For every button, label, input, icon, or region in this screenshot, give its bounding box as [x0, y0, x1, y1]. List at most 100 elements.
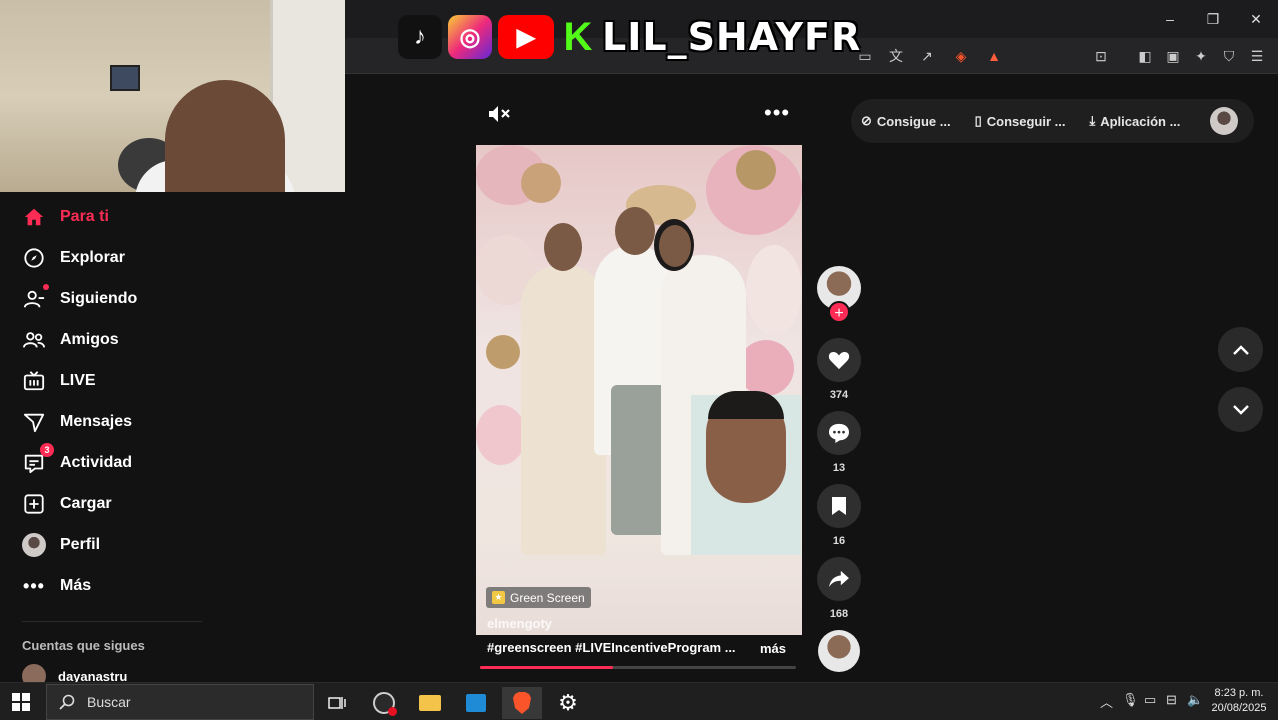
- comment-button[interactable]: [817, 411, 861, 455]
- menu-icon[interactable]: ☰: [1246, 46, 1268, 66]
- kick-icon: K: [563, 14, 593, 59]
- get-app-button[interactable]: ▯ Conseguir ...: [975, 113, 1066, 129]
- green-screen-badge[interactable]: ★ Green Screen: [486, 587, 591, 608]
- get-coins-button[interactable]: ⊘ Consigue ...: [861, 113, 951, 129]
- user-avatar[interactable]: [1210, 107, 1238, 135]
- sidebar-item-cargar[interactable]: Cargar: [22, 489, 112, 519]
- system-clock[interactable]: 8:23 p. m. 20/08/2025: [1208, 686, 1270, 716]
- sidebar-item-perfil[interactable]: Perfil: [22, 530, 100, 560]
- youtube-icon: ▶: [498, 15, 554, 59]
- sidebar: Para ti Explorar Siguiendo Amigos LIVE M…: [0, 192, 345, 688]
- profile-avatar-icon: [22, 533, 46, 557]
- microphone-icon[interactable]: 🎙: [1122, 692, 1139, 708]
- video-author[interactable]: elmengoty: [487, 616, 552, 631]
- video-progress-bar[interactable]: [480, 666, 796, 669]
- tab-search-icon[interactable]: ⊡: [1090, 46, 1112, 66]
- sidebar-item-para-ti[interactable]: Para ti: [22, 202, 109, 232]
- windows-start-icon[interactable]: [12, 693, 30, 711]
- share-arrow-icon: [829, 570, 849, 588]
- sound-avatar[interactable]: [818, 630, 860, 672]
- comment-count: 13: [832, 462, 846, 474]
- vpn-icon[interactable]: ⛉: [1218, 46, 1240, 66]
- remote-desktop-icon[interactable]: [456, 687, 496, 719]
- sidebar-item-label: Siguiendo: [60, 290, 138, 307]
- mute-icon[interactable]: [487, 104, 513, 124]
- brave-rewards-icon[interactable]: ▲: [983, 46, 1005, 66]
- sidebar-item-label: Perfil: [60, 536, 101, 553]
- file-explorer-icon[interactable]: [410, 687, 450, 719]
- search-icon: [59, 694, 75, 710]
- top-actions-bar: ⊘ Consigue ... ▯ Conseguir ... ⤓ Aplicac…: [851, 99, 1254, 143]
- search-placeholder: Buscar: [87, 694, 131, 710]
- download-app-button[interactable]: ⤓ Aplicación ...: [1089, 113, 1180, 129]
- sidebar-item-mas[interactable]: ••• Más: [22, 571, 91, 601]
- more-options-icon[interactable]: •••: [764, 100, 790, 126]
- upload-plus-icon: [22, 492, 46, 516]
- windows-taskbar: Buscar ⚙ ︿ 🎙 ▭ ⊟ 🔈 8:23 p. m. 20/08/2025: [0, 682, 1278, 720]
- obs-app-icon[interactable]: [364, 687, 404, 719]
- heart-icon: [828, 351, 850, 370]
- brave-shield-icon[interactable]: ◈: [950, 46, 972, 66]
- paper-plane-icon: [22, 410, 46, 434]
- sidebar-item-amigos[interactable]: Amigos: [22, 325, 119, 355]
- video-progress-fill: [480, 666, 613, 669]
- download-icon: ⤓: [1089, 113, 1096, 128]
- close-window-button[interactable]: ✕: [1241, 8, 1271, 30]
- sidebar-item-actividad[interactable]: 3 Actividad: [22, 443, 133, 478]
- webcam-feed: [0, 0, 345, 192]
- battery-icon[interactable]: ▭: [1144, 692, 1156, 708]
- compass-icon: [22, 246, 46, 270]
- live-tv-icon: [22, 369, 46, 393]
- taskbar-search[interactable]: Buscar: [46, 684, 314, 720]
- sidebar-item-label: Cargar: [60, 495, 112, 512]
- wallet-icon[interactable]: ▣: [1162, 46, 1184, 66]
- download-app-label: Aplicación ...: [1100, 113, 1181, 129]
- minimize-button[interactable]: –: [1155, 8, 1185, 30]
- like-count: 374: [829, 389, 849, 401]
- brave-browser-icon[interactable]: [502, 687, 542, 719]
- sidebar-item-siguiendo[interactable]: Siguiendo: [22, 284, 137, 314]
- tray-chevron-up-icon[interactable]: ︿: [1100, 692, 1113, 711]
- video-caption[interactable]: #greenscreen #LIVEIncentiveProgram ...: [487, 640, 747, 655]
- video-player[interactable]: ★ Green Screen: [476, 145, 802, 635]
- share-button[interactable]: [817, 557, 861, 601]
- more-dots-icon: •••: [23, 575, 45, 596]
- friends-icon: [22, 328, 46, 352]
- translate-icon[interactable]: 文: [885, 46, 907, 66]
- coin-icon: ⊘: [861, 113, 872, 128]
- streamer-name: LIL_SHAYFR: [602, 15, 862, 59]
- sidebar-item-mensajes[interactable]: Mensajes: [22, 407, 132, 437]
- like-button[interactable]: [817, 338, 861, 382]
- chevron-down-icon: [1232, 404, 1249, 415]
- previous-video-button[interactable]: [1218, 327, 1263, 372]
- sidebar-item-live[interactable]: LIVE: [22, 366, 96, 396]
- instagram-icon: ◎: [448, 15, 492, 59]
- get-app-label: Conseguir ...: [986, 113, 1066, 129]
- clock-date: 20/08/2025: [1211, 702, 1267, 714]
- share-icon[interactable]: ↗: [916, 46, 938, 66]
- network-icon[interactable]: ⊟: [1166, 692, 1177, 708]
- sidebar-item-label: Mensajes: [60, 413, 133, 430]
- save-button[interactable]: [817, 484, 861, 528]
- clock-time: 8:23 p. m.: [1214, 687, 1264, 699]
- activity-badge: 3: [40, 443, 54, 457]
- share-count: 168: [829, 608, 849, 620]
- sidebar-item-label: Amigos: [60, 331, 119, 348]
- restore-button[interactable]: ❐: [1198, 8, 1228, 30]
- sidebar-item-explorar[interactable]: Explorar: [22, 243, 125, 273]
- next-video-button[interactable]: [1218, 387, 1263, 432]
- following-accounts-title: Cuentas que sigues: [22, 638, 145, 653]
- sidebar-item-label: LIVE: [60, 372, 96, 389]
- save-count: 16: [832, 535, 846, 547]
- volume-icon[interactable]: 🔈: [1187, 692, 1203, 708]
- activity-icon: 3: [22, 443, 54, 475]
- sidebar-item-label: Más: [60, 577, 92, 594]
- leo-ai-icon[interactable]: ✦: [1190, 46, 1212, 66]
- task-view-icon[interactable]: [317, 687, 357, 719]
- sidebar-toggle-icon[interactable]: ◧: [1134, 46, 1156, 66]
- sidebar-item-label: Actividad: [60, 454, 133, 471]
- comment-icon: [829, 423, 849, 443]
- follow-button[interactable]: +: [828, 301, 850, 323]
- caption-more-link[interactable]: más: [760, 641, 786, 656]
- settings-gear-icon[interactable]: ⚙: [548, 687, 588, 719]
